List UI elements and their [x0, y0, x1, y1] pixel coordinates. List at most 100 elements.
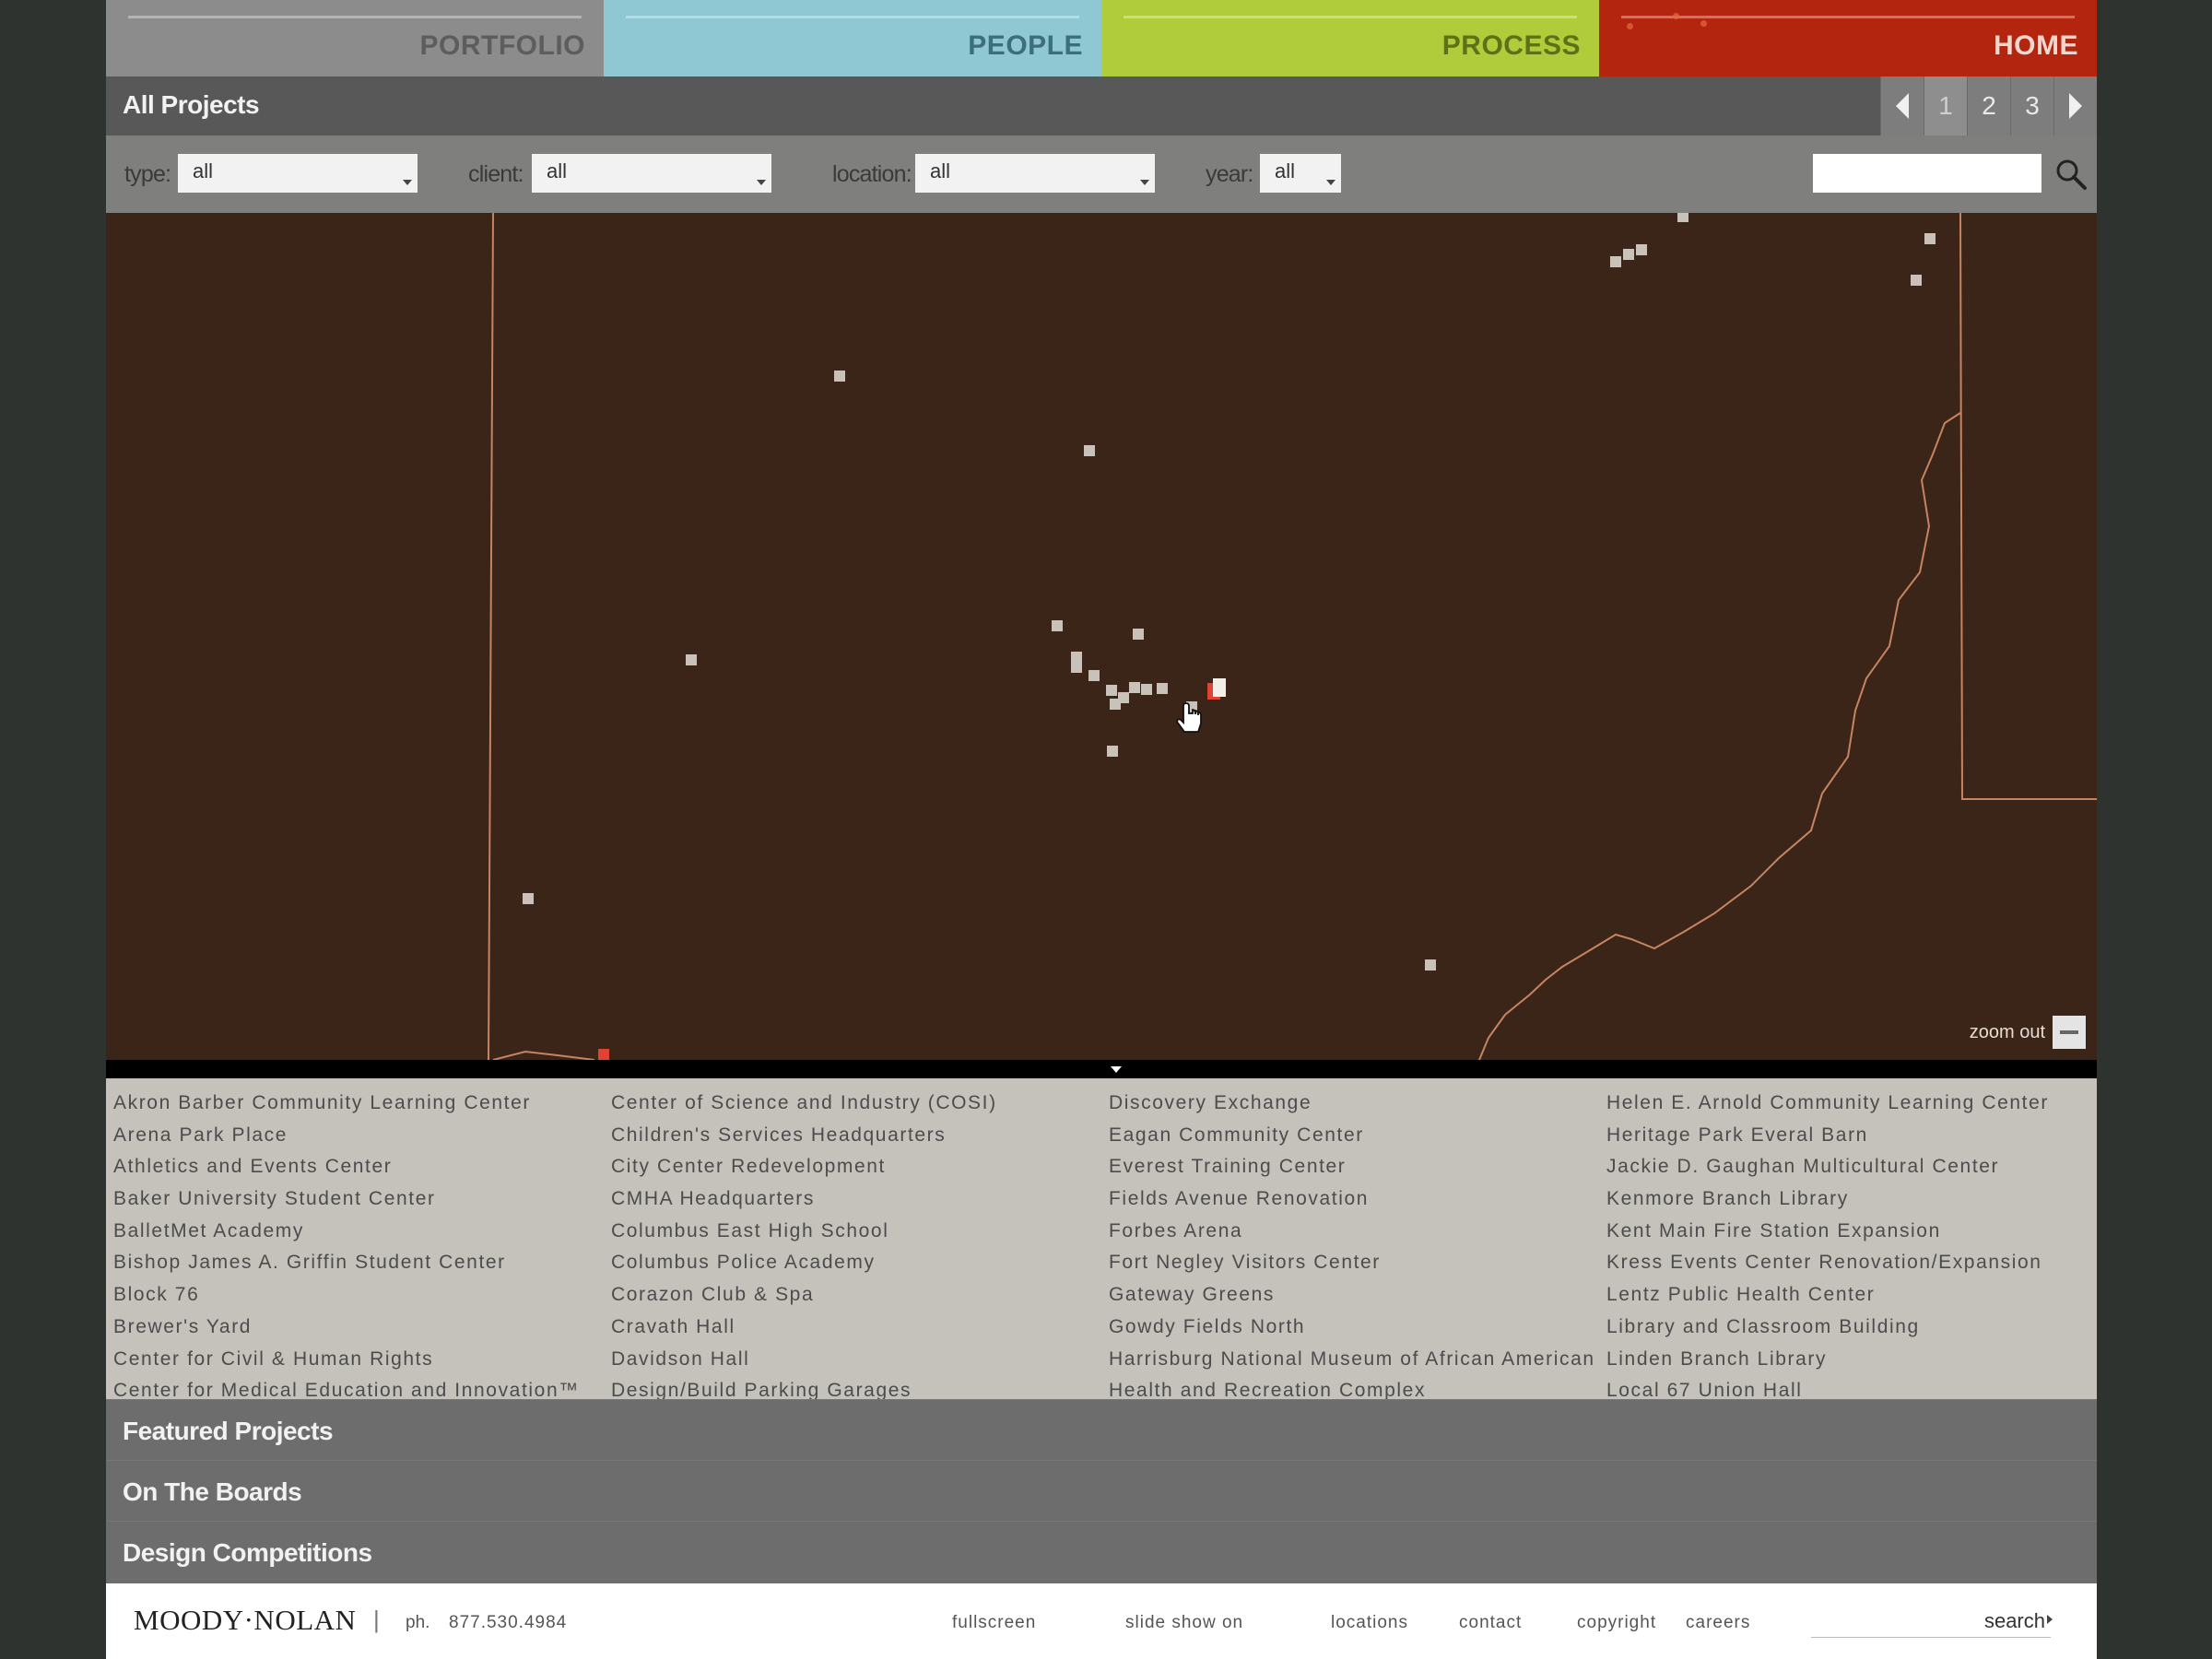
- featured-projects-section[interactable]: Featured Projects: [106, 1399, 2097, 1460]
- project-link[interactable]: Davidson Hall: [604, 1344, 1101, 1376]
- project-link[interactable]: Brewer's Yard: [106, 1312, 604, 1344]
- footer-search-field[interactable]: search: [1811, 1606, 2051, 1638]
- project-link[interactable]: Eagan Community Center: [1101, 1120, 1599, 1152]
- locations-link[interactable]: locations: [1331, 1613, 1408, 1633]
- location-select[interactable]: all: [915, 154, 1155, 193]
- map-marker[interactable]: [523, 893, 534, 904]
- project-link[interactable]: Heritage Park Everal Barn: [1599, 1120, 2097, 1152]
- project-link[interactable]: Design/Build Parking Garages: [604, 1375, 1101, 1399]
- project-link[interactable]: Forbes Arena: [1101, 1216, 1599, 1248]
- tab-process[interactable]: PROCESS: [1101, 0, 1599, 76]
- company-logo[interactable]: MOODY·NOLAN: [134, 1604, 356, 1637]
- project-link[interactable]: Jackie D. Gaughan Multicultural Center: [1599, 1151, 2097, 1183]
- project-link[interactable]: Gateway Greens: [1101, 1279, 1599, 1312]
- design-competitions-section[interactable]: Design Competitions: [106, 1521, 2097, 1583]
- project-link[interactable]: Center for Civil & Human Rights: [106, 1344, 604, 1376]
- next-page-button[interactable]: [2053, 76, 2097, 135]
- project-link[interactable]: Kress Events Center Renovation/Expansion: [1599, 1247, 2097, 1279]
- project-link[interactable]: Health and Recreation Complex: [1101, 1375, 1599, 1399]
- arrow-right-icon[interactable]: [2047, 1615, 2053, 1624]
- on-the-boards-section[interactable]: On The Boards: [106, 1460, 2097, 1521]
- list-divider[interactable]: [106, 1060, 2097, 1078]
- project-link[interactable]: Kent Main Fire Station Expansion: [1599, 1216, 2097, 1248]
- map-marker[interactable]: [1071, 662, 1082, 673]
- map-marker[interactable]: [1911, 275, 1922, 286]
- map-marker[interactable]: [1623, 249, 1634, 260]
- project-link[interactable]: BalletMet Academy: [106, 1216, 604, 1248]
- project-link[interactable]: City Center Redevelopment: [604, 1151, 1101, 1183]
- project-link[interactable]: Lentz Public Health Center: [1599, 1279, 2097, 1312]
- map-marker[interactable]: [1141, 684, 1152, 695]
- page-1-button[interactable]: 1: [1924, 76, 1967, 135]
- project-link[interactable]: Corazon Club & Spa: [604, 1279, 1101, 1312]
- map-marker[interactable]: [1213, 678, 1226, 697]
- map-marker[interactable]: [1110, 699, 1121, 710]
- project-link[interactable]: CMHA Headquarters: [604, 1183, 1101, 1216]
- map-marker[interactable]: [1071, 652, 1082, 663]
- project-link[interactable]: Children's Services Headquarters: [604, 1120, 1101, 1152]
- project-link[interactable]: Discovery Exchange: [1101, 1088, 1599, 1120]
- project-link[interactable]: Linden Branch Library: [1599, 1344, 2097, 1376]
- map-marker[interactable]: [1425, 959, 1436, 971]
- project-link[interactable]: Harrisburg National Museum of African Am…: [1101, 1344, 1599, 1376]
- project-link[interactable]: Fields Avenue Renovation: [1101, 1183, 1599, 1216]
- search-icon[interactable]: [2053, 156, 2089, 193]
- slideshow-toggle-link[interactable]: slide show on: [1125, 1613, 1243, 1633]
- map-marker[interactable]: [1677, 213, 1688, 222]
- map-marker[interactable]: [1088, 670, 1100, 681]
- map-marker[interactable]: [1133, 629, 1144, 640]
- project-link[interactable]: Fort Negley Visitors Center: [1101, 1247, 1599, 1279]
- project-link[interactable]: Block 76: [106, 1279, 604, 1312]
- map-marker[interactable]: [1610, 256, 1621, 267]
- phone-number: 877.530.4984: [449, 1613, 568, 1632]
- filter-bar: type: all client: all location: all year…: [106, 135, 2097, 213]
- map-marker[interactable]: [1052, 620, 1063, 631]
- project-link[interactable]: Center of Science and Industry (COSI): [604, 1088, 1101, 1120]
- river-boundary-line: [1478, 412, 1961, 1060]
- fullscreen-link[interactable]: fullscreen: [952, 1613, 1036, 1633]
- project-link[interactable]: Bishop James A. Griffin Student Center: [106, 1247, 604, 1279]
- map-canvas[interactable]: [106, 213, 2097, 1060]
- project-map[interactable]: zoom out: [106, 213, 2097, 1060]
- careers-link[interactable]: careers: [1686, 1613, 1750, 1633]
- tab-portfolio[interactable]: PORTFOLIO: [106, 0, 604, 76]
- tab-people[interactable]: PEOPLE: [604, 0, 1101, 76]
- type-select[interactable]: all: [178, 154, 418, 193]
- client-select[interactable]: all: [532, 154, 771, 193]
- map-marker[interactable]: [1107, 746, 1118, 757]
- zoom-out-control[interactable]: zoom out: [1970, 1016, 2086, 1049]
- map-marker[interactable]: [686, 654, 697, 665]
- project-link[interactable]: Akron Barber Community Learning Center: [106, 1088, 604, 1120]
- project-link[interactable]: Center for Medical Education and Innovat…: [106, 1375, 604, 1399]
- project-link[interactable]: Library and Classroom Building: [1599, 1312, 2097, 1344]
- map-marker[interactable]: [1106, 685, 1117, 696]
- search-input[interactable]: [1813, 154, 2041, 193]
- map-marker[interactable]: [598, 1049, 609, 1060]
- map-marker[interactable]: [1636, 244, 1647, 255]
- project-link[interactable]: Columbus Police Academy: [604, 1247, 1101, 1279]
- prev-page-button[interactable]: [1880, 76, 1924, 135]
- project-link[interactable]: Helen E. Arnold Community Learning Cente…: [1599, 1088, 2097, 1120]
- project-link[interactable]: Baker University Student Center: [106, 1183, 604, 1216]
- project-link[interactable]: Athletics and Events Center: [106, 1151, 604, 1183]
- year-select[interactable]: all: [1260, 154, 1341, 193]
- tab-home[interactable]: HOME: [1599, 0, 2097, 76]
- page-2-button[interactable]: 2: [1967, 76, 2010, 135]
- project-link[interactable]: Everest Training Center: [1101, 1151, 1599, 1183]
- project-link[interactable]: Cravath Hall: [604, 1312, 1101, 1344]
- map-marker[interactable]: [1157, 683, 1168, 694]
- project-link[interactable]: Gowdy Fields North: [1101, 1312, 1599, 1344]
- copyright-link[interactable]: copyright: [1577, 1613, 1656, 1633]
- contact-link[interactable]: contact: [1459, 1613, 1522, 1633]
- section-title: Featured Projects: [123, 1417, 334, 1445]
- map-marker[interactable]: [1084, 445, 1095, 456]
- map-marker[interactable]: [1924, 233, 1936, 244]
- zoom-out-button[interactable]: [2053, 1016, 2086, 1049]
- map-marker[interactable]: [834, 371, 845, 382]
- page-3-button[interactable]: 3: [2010, 76, 2053, 135]
- project-link[interactable]: Local 67 Union Hall: [1599, 1375, 2097, 1399]
- project-link[interactable]: Kenmore Branch Library: [1599, 1183, 2097, 1216]
- project-link[interactable]: Columbus East High School: [604, 1216, 1101, 1248]
- project-link[interactable]: Arena Park Place: [106, 1120, 604, 1152]
- map-marker[interactable]: [1129, 682, 1140, 693]
